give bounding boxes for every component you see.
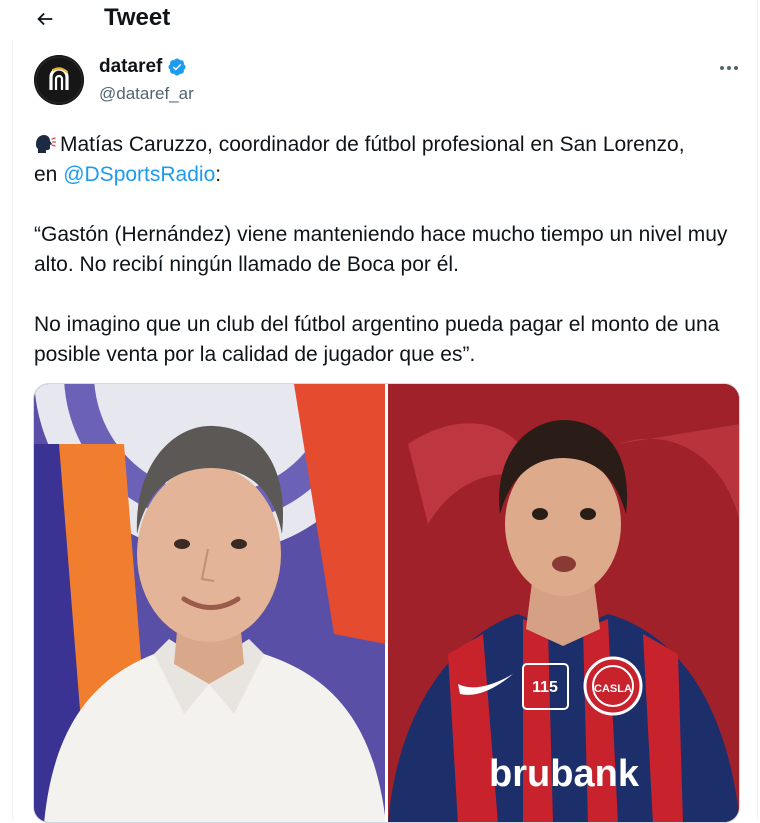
media-photo-left[interactable] <box>34 384 385 822</box>
player-portrait-image: 115 CASLA brubank <box>388 384 739 822</box>
column-divider-right <box>757 0 758 820</box>
more-dot-icon <box>734 66 738 70</box>
page-header: Tweet <box>0 0 760 38</box>
avatar[interactable] <box>34 55 84 105</box>
speaking-head-emoji <box>34 130 57 160</box>
jersey-sponsor-text: brubank <box>489 753 640 795</box>
tweet-line-1: Matías Caruzzo, coordinador de fútbol pr… <box>60 133 685 156</box>
dataref-logo-icon <box>34 55 84 105</box>
page-title: Tweet <box>104 4 171 31</box>
more-options-button[interactable] <box>716 58 742 78</box>
club-crest-text: CASLA <box>594 683 632 695</box>
tweet-line-2-suffix: : <box>215 163 222 186</box>
back-button[interactable] <box>30 4 60 34</box>
author-display-name[interactable]: dataref <box>99 56 162 78</box>
tweet-quote-paragraph-2: No imagino que un club del fútbol argent… <box>34 313 720 366</box>
more-dot-icon <box>720 66 724 70</box>
author-name-row: dataref <box>99 56 187 78</box>
mention-link[interactable]: @DSportsRadio <box>63 163 215 186</box>
tweet-detail-page: Tweet dataref @dataref_ar Matías Caruzzo… <box>0 0 760 823</box>
tweet-quote-paragraph-1: “Gastón (Hernández) viene manteniendo ha… <box>34 223 728 276</box>
column-divider-left <box>12 40 13 820</box>
verified-badge-icon <box>168 58 186 76</box>
media-photo-right[interactable]: 115 CASLA brubank <box>388 384 739 822</box>
tweet-media: 115 CASLA brubank <box>33 383 740 823</box>
tweet-paragraph-intro: Matías Caruzzo, coordinador de fútbol pr… <box>34 130 734 190</box>
more-dot-icon <box>727 66 731 70</box>
arrow-left-icon <box>37 12 53 26</box>
tweet-line-2-prefix: en <box>34 163 64 186</box>
author-handle[interactable]: @dataref_ar <box>99 84 194 104</box>
speaking-head-icon <box>36 135 57 153</box>
tweet-text: Matías Caruzzo, coordinador de fútbol pr… <box>34 130 734 400</box>
coach-portrait-image <box>34 384 385 822</box>
jersey-badge-number: 115 <box>532 679 558 696</box>
